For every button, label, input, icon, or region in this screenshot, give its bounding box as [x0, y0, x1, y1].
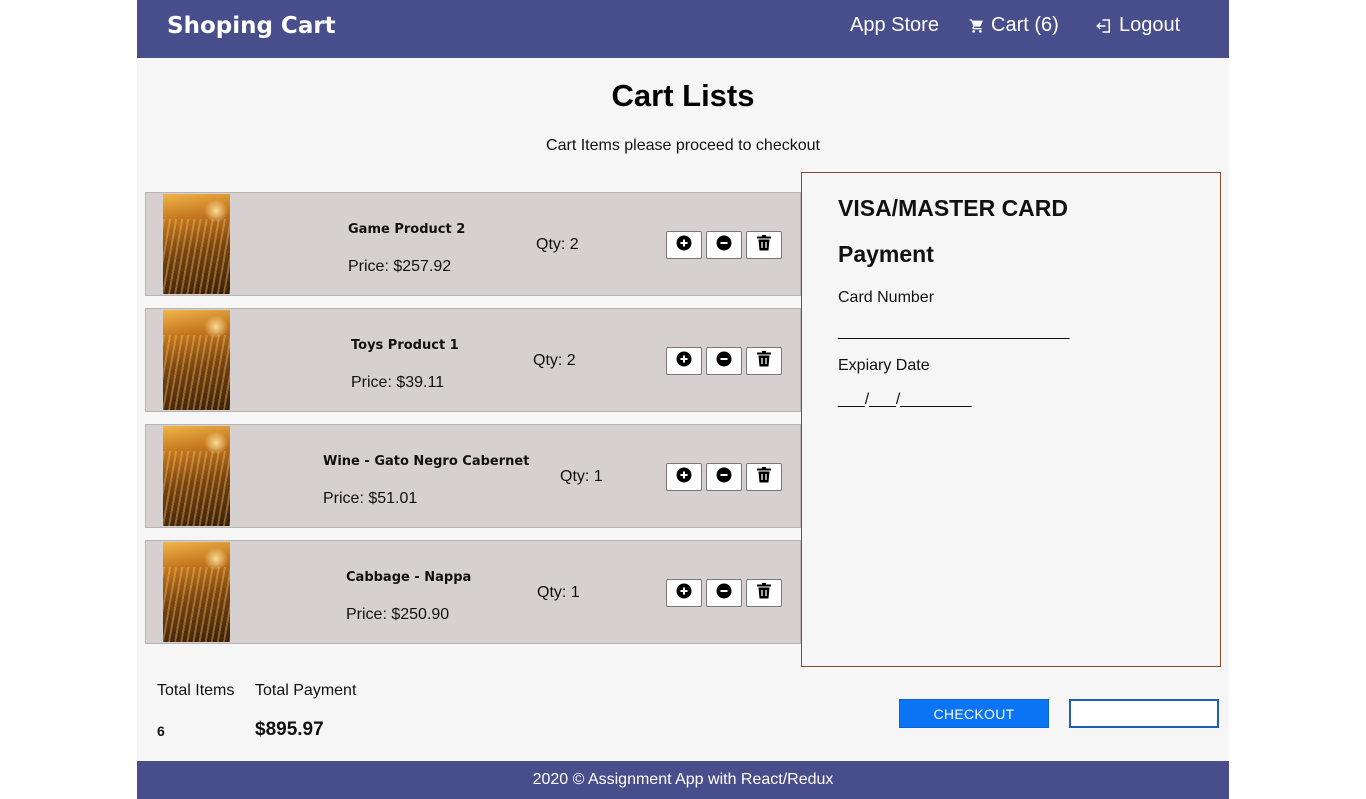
cart-item: Cabbage - Nappa Price: $250.90 Qty: 1 — [145, 540, 801, 644]
brand-title[interactable]: Shoping Cart — [167, 13, 336, 39]
payment-heading: Payment — [838, 241, 934, 267]
checkout-button[interactable]: CHECKOUT — [899, 699, 1049, 728]
product-image — [163, 426, 230, 526]
product-image — [163, 194, 230, 294]
product-name: Cabbage - Nappa — [346, 570, 472, 585]
nav-cart-label: Cart (6) — [991, 14, 1059, 36]
product-qty: Qty: 1 — [537, 584, 580, 601]
product-price: Price: $51.01 — [323, 490, 418, 507]
delete-item-button[interactable] — [746, 463, 782, 491]
footer-text: 2020 © Assignment App with React/Redux — [532, 771, 834, 788]
minus-circle-icon — [716, 583, 732, 604]
delete-item-button[interactable] — [746, 347, 782, 375]
product-price: Price: $250.90 — [346, 606, 450, 623]
total-payment-value: $895.97 — [255, 719, 324, 740]
minus-circle-icon — [716, 235, 732, 256]
delete-item-button[interactable] — [746, 579, 782, 607]
plus-circle-icon — [676, 583, 692, 604]
page-title: Cart Lists — [611, 78, 755, 113]
plus-circle-icon — [676, 351, 692, 372]
card-brand-title: VISA/MASTER CARD — [838, 195, 1069, 221]
delete-item-button[interactable] — [746, 231, 782, 259]
shopping-cart-icon — [969, 18, 985, 34]
product-qty: Qty: 2 — [536, 236, 579, 253]
total-items-value: 6 — [157, 723, 165, 739]
trash-icon — [757, 350, 771, 372]
cart-item: Wine - Gato Negro Cabernet Price: $51.01… — [145, 424, 801, 528]
product-name: Wine - Gato Negro Cabernet — [323, 454, 530, 469]
increase-qty-button[interactable] — [666, 463, 702, 491]
product-price: Price: $257.92 — [348, 258, 452, 275]
checkout-input[interactable] — [1069, 699, 1219, 728]
plus-circle-icon — [676, 235, 692, 256]
nav-cart-link[interactable]: Cart (6) — [969, 14, 1059, 37]
card-number-label: Card Number — [838, 289, 935, 306]
total-payment-label: Total Payment — [255, 682, 357, 699]
nav-logout-link[interactable]: Logout — [1095, 14, 1180, 37]
minus-circle-icon — [716, 351, 732, 372]
total-items-label: Total Items — [157, 682, 235, 699]
trash-icon — [757, 582, 771, 604]
increase-qty-button[interactable] — [666, 347, 702, 375]
cart-item: Toys Product 1 Price: $39.11 Qty: 2 — [145, 308, 801, 412]
product-image — [163, 542, 230, 642]
decrease-qty-button[interactable] — [706, 579, 742, 607]
cart-item: Game Product 2 Price: $257.92 Qty: 2 — [145, 192, 801, 296]
logout-icon — [1095, 17, 1113, 35]
plus-circle-icon — [676, 467, 692, 488]
page-subtitle: Cart Items please proceed to checkout — [546, 137, 820, 154]
navbar: Shoping Cart App Store Cart (6) Logout — [137, 0, 1229, 58]
expiry-date-label: Expiary Date — [838, 357, 930, 374]
footer: 2020 © Assignment App with React/Redux — [137, 761, 1229, 799]
payment-panel: VISA/MASTER CARD Payment Card Number ___… — [801, 172, 1221, 667]
nav-logout-label: Logout — [1119, 14, 1181, 36]
increase-qty-button[interactable] — [666, 579, 702, 607]
increase-qty-button[interactable] — [666, 231, 702, 259]
product-qty: Qty: 1 — [560, 468, 603, 485]
decrease-qty-button[interactable] — [706, 347, 742, 375]
product-name: Game Product 2 — [348, 222, 466, 237]
nav-app-store-label: App Store — [850, 14, 939, 36]
decrease-qty-button[interactable] — [706, 231, 742, 259]
nav-app-store-link[interactable]: App Store — [850, 14, 939, 37]
app-container: Shoping Cart App Store Cart (6) Logout C… — [137, 0, 1229, 799]
product-name: Toys Product 1 — [351, 338, 459, 353]
minus-circle-icon — [716, 467, 732, 488]
product-image — [163, 310, 230, 410]
product-price: Price: $39.11 — [351, 374, 445, 391]
product-qty: Qty: 2 — [533, 352, 576, 369]
decrease-qty-button[interactable] — [706, 463, 742, 491]
card-number-field[interactable]: __________________________ — [838, 323, 1069, 341]
expiry-date-field[interactable]: ___/___/________ — [838, 391, 971, 409]
trash-icon — [757, 234, 771, 256]
trash-icon — [757, 466, 771, 488]
